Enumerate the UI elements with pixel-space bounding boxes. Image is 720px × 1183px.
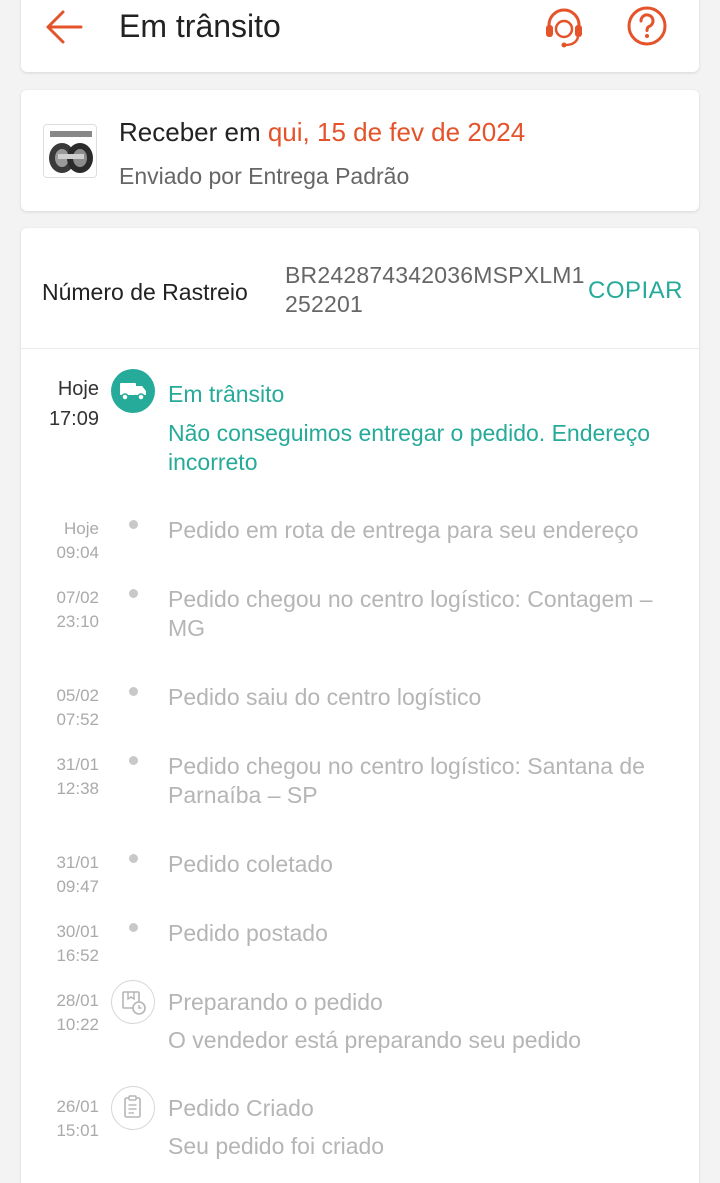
- event-day: 05/02: [56, 686, 99, 705]
- event-title: Em trânsito: [168, 381, 285, 407]
- clipboard-icon: [111, 1086, 155, 1130]
- copy-button[interactable]: COPIAR: [588, 277, 683, 305]
- event-time: 17:09: [48, 408, 99, 430]
- event-time: 12:38: [56, 779, 99, 798]
- tracking-number-label: Número de Rastreio: [42, 279, 248, 305]
- event-title: Pedido em rota de entrega para seu ender…: [168, 517, 639, 543]
- tracking-number: BR242874342036MSPXLM1252201: [285, 262, 585, 317]
- divider: [21, 348, 699, 349]
- arrow-left-icon: [46, 10, 83, 44]
- event-time: 07:52: [56, 710, 99, 729]
- timeline-dot: [129, 520, 138, 529]
- event-title: Pedido chegou no centro logístico: Santa…: [168, 753, 645, 808]
- event-description: Não conseguimos entregar o pedido. Ender…: [168, 420, 651, 475]
- event-title: Preparando o pedido: [168, 989, 383, 1015]
- timeline-dot: [129, 854, 138, 863]
- event-day: Hoje: [57, 378, 99, 400]
- event-day: 31/01: [56, 853, 99, 872]
- event-title: Pedido Criado: [168, 1095, 314, 1121]
- timeline-dot: [129, 589, 138, 598]
- event-title: Pedido saiu do centro logístico: [168, 684, 482, 710]
- timeline-dot: [129, 687, 138, 696]
- truck-icon: [111, 369, 155, 413]
- timeline-dot: [129, 756, 138, 765]
- top-app-bar: Em trânsito: [21, 0, 699, 72]
- event-day: 30/01: [56, 922, 99, 941]
- event-description: O vendedor está preparando seu pedido: [168, 1027, 582, 1053]
- delivery-estimate-card: Receber em qui, 15 de fev de 2024 Enviad…: [21, 90, 699, 211]
- product-thumbnail[interactable]: [43, 124, 97, 178]
- event-time: 09:04: [56, 543, 99, 562]
- headset-icon: [546, 8, 582, 48]
- support-button[interactable]: [541, 4, 587, 50]
- delivery-estimate: Receber em qui, 15 de fev de 2024: [119, 117, 525, 148]
- event-time: 09:47: [56, 877, 99, 896]
- event-description: Seu pedido foi criado: [168, 1133, 385, 1159]
- delivery-prefix: Receber em: [119, 117, 268, 147]
- event-day: 28/01: [56, 991, 99, 1010]
- shipping-method: Enviado por Entrega Padrão: [119, 163, 410, 189]
- event-title: Pedido coletado: [168, 851, 333, 877]
- package-clock-icon: [111, 980, 155, 1024]
- event-time: 16:52: [56, 946, 99, 965]
- event-time: 15:01: [56, 1121, 99, 1140]
- help-button[interactable]: [625, 4, 669, 48]
- tracking-card: Número de Rastreio BR242874342036MSPXLM1…: [21, 228, 699, 1183]
- back-button[interactable]: [43, 6, 85, 48]
- event-time: 10:22: [56, 1015, 99, 1034]
- delivery-date: qui, 15 de fev de 2024: [267, 117, 526, 147]
- event-day: 07/02: [56, 588, 99, 607]
- event-title: Pedido postado: [168, 920, 328, 946]
- event-title: Pedido chegou no centro logístico: Conta…: [168, 586, 653, 641]
- timeline-dot: [129, 923, 138, 932]
- question-icon: [627, 6, 667, 46]
- page-title: Em trânsito: [119, 8, 281, 44]
- event-day: Hoje: [64, 519, 99, 538]
- event-day: 31/01: [56, 755, 99, 774]
- event-time: 23:10: [56, 612, 99, 631]
- event-day: 26/01: [56, 1097, 99, 1116]
